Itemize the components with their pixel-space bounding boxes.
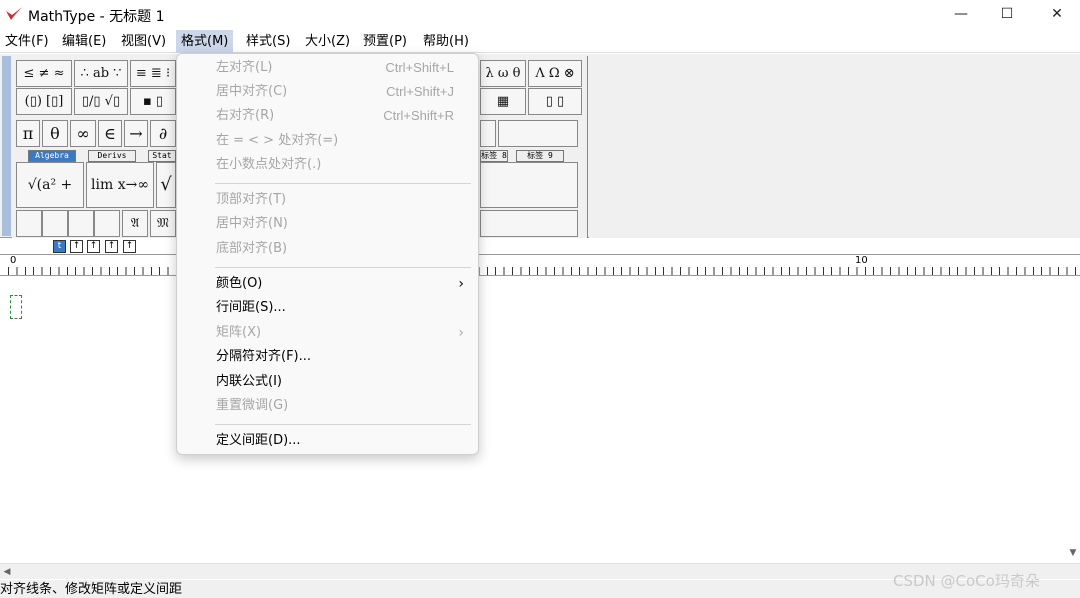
menu-inline-equation[interactable]: 内联公式(I) [177, 370, 478, 394]
maximize-button[interactable]: ☐ [984, 0, 1030, 30]
fraction-radical-button[interactable]: ▯/▯ √▯ [74, 88, 128, 115]
tab-label-8[interactable]: 标签 8 [480, 150, 508, 162]
menu-size[interactable]: 大小(Z) [300, 30, 355, 53]
radical-template-button[interactable]: √ [156, 162, 176, 208]
nudge-up-button-1[interactable]: ↑ [70, 240, 83, 253]
empty-slot-5[interactable] [480, 210, 578, 237]
fraktur-m-button[interactable]: 𝔐 [150, 210, 176, 237]
menu-align-at-decimal[interactable]: 在小数点处对齐(.) [177, 153, 478, 177]
menu-align-right[interactable]: 右对齐(R) Ctrl+Shift+R [177, 104, 478, 128]
menu-preferences[interactable]: 预置(P) [358, 30, 412, 53]
empty-slot-3[interactable] [68, 210, 94, 237]
close-button[interactable]: ✕ [1034, 0, 1080, 30]
limit-template-button[interactable]: lim x→∞ [86, 162, 154, 208]
menu-format[interactable]: 格式(M) [176, 30, 234, 53]
toolbar-grip[interactable] [2, 56, 11, 236]
hypotenuse-template-button[interactable]: √(a² + b²) [16, 162, 84, 237]
title-bar: MathType - 无标题 1 — ☐ ✕ [0, 0, 1080, 30]
menu-align-center[interactable]: 居中对齐(C) Ctrl+Shift+J [177, 80, 478, 104]
empty-slot-4[interactable] [94, 210, 120, 237]
infinity-symbol-button[interactable]: ∞ [70, 120, 96, 147]
format-menu-dropdown: 左对齐(L) Ctrl+Shift+L 居中对齐(C) Ctrl+Shift+J… [176, 53, 479, 455]
menu-view[interactable]: 视图(V) [116, 30, 171, 53]
nudge-up-button-3[interactable]: ↑ [105, 240, 118, 253]
embellishments-button[interactable]: ≡ ≣ ⁝ [130, 60, 176, 87]
menu-align-bottom[interactable]: 底部对齐(B) [177, 237, 478, 261]
partial-symbol-button[interactable]: ∂ [150, 120, 176, 147]
small-bar-button[interactable] [480, 120, 496, 147]
equation-toolbar: ≤ ≠ ≈ ∴ ab ∵ ≡ ≣ ⁝ λ ω θ Λ Ω ⊗ (▯) [▯] ▯… [0, 54, 1080, 238]
submenu-arrow-icon: › [458, 276, 464, 292]
matrix-templates-button[interactable]: ▦ [480, 88, 526, 115]
menu-separator [215, 267, 471, 268]
nudge-top-button[interactable]: t [53, 240, 66, 253]
spaces-ellipses-button[interactable]: ∴ ab ∵ [74, 60, 128, 87]
submenu-arrow-icon: › [458, 325, 464, 341]
empty-template-slot[interactable] [480, 162, 578, 208]
menu-file[interactable]: 文件(F) [0, 30, 54, 53]
menu-align-top[interactable]: 顶部对齐(T) [177, 188, 478, 212]
ruler-ticks [8, 267, 1080, 275]
scroll-left-arrow-icon[interactable]: ◀ [0, 564, 14, 580]
equation-editor-area[interactable] [0, 283, 1080, 563]
greek-uppercase-button[interactable]: Λ Ω ⊗ [528, 60, 582, 87]
subscript-templates-button[interactable]: ▪ ▯ [130, 88, 176, 115]
fence-templates-button[interactable]: (▯) [▯] [16, 88, 72, 115]
menu-reset-nudge[interactable]: 重置微调(G) [177, 394, 478, 418]
nudge-up-button-4[interactable]: ↑ [123, 240, 136, 253]
menu-align-at-operator[interactable]: 在 = < > 处对齐(=) [177, 129, 478, 153]
tab-algebra[interactable]: Algebra [28, 150, 76, 162]
menu-line-spacing[interactable]: 行间距(S)... [177, 296, 478, 320]
scroll-down-arrow-icon[interactable]: ▼ [1066, 545, 1080, 561]
menu-bar: 文件(F) 编辑(E) 视图(V) 格式(M) 样式(S) 大小(Z) 预置(P… [0, 30, 1080, 53]
menu-matrix[interactable]: 矩阵(X) › [177, 321, 478, 345]
toolbar-empty-area [589, 56, 1080, 238]
theta-symbol-button[interactable]: θ [42, 120, 68, 147]
empty-slot-2[interactable] [42, 210, 68, 237]
nudge-up-button-2[interactable]: ↑ [87, 240, 100, 253]
tab-derivs[interactable]: Derivs [88, 150, 136, 162]
tab-statistics[interactable]: Stat [148, 150, 176, 162]
ruler-label-start: 0 [10, 255, 17, 266]
status-text: 对齐线条、修改矩阵或定义间距 [0, 582, 183, 597]
empty-slot-1[interactable] [16, 210, 42, 237]
menu-separator [215, 424, 471, 425]
empty-symbol-slot[interactable] [498, 120, 578, 147]
menu-edit[interactable]: 编辑(E) [57, 30, 111, 53]
fraktur-a-button[interactable]: 𝔄 [122, 210, 148, 237]
menu-style[interactable]: 样式(S) [241, 30, 295, 53]
relational-symbols-button[interactable]: ≤ ≠ ≈ [16, 60, 72, 87]
greek-lowercase-button[interactable]: λ ω θ [480, 60, 526, 87]
element-of-symbol-button[interactable]: ∈ [98, 120, 122, 147]
menu-separator [215, 183, 471, 184]
arrow-symbol-button[interactable]: → [124, 120, 148, 147]
menu-color[interactable]: 颜色(O) › [177, 272, 478, 296]
window-title: MathType - 无标题 1 [28, 9, 165, 25]
ruler[interactable]: 0 10 [0, 254, 1080, 276]
empty-slot-caret[interactable] [10, 295, 22, 319]
ruler-label-mid: 10 [855, 255, 868, 266]
tab-label-9[interactable]: 标签 9 [516, 150, 564, 162]
watermark: CSDN @CoCo玛奇朵 [893, 572, 1040, 590]
box-templates-button[interactable]: ▯ ▯ [528, 88, 582, 115]
menu-delimiter-align[interactable]: 分隔符对齐(F)... [177, 345, 478, 369]
menu-help[interactable]: 帮助(H) [418, 30, 474, 53]
pi-symbol-button[interactable]: π [16, 120, 40, 147]
menu-define-spacing[interactable]: 定义间距(D)... [177, 429, 478, 453]
menu-align-middle[interactable]: 居中对齐(N) [177, 212, 478, 236]
menu-align-left[interactable]: 左对齐(L) Ctrl+Shift+L [177, 56, 478, 80]
minimize-button[interactable]: — [938, 0, 984, 30]
mathtype-logo-icon [6, 7, 22, 20]
